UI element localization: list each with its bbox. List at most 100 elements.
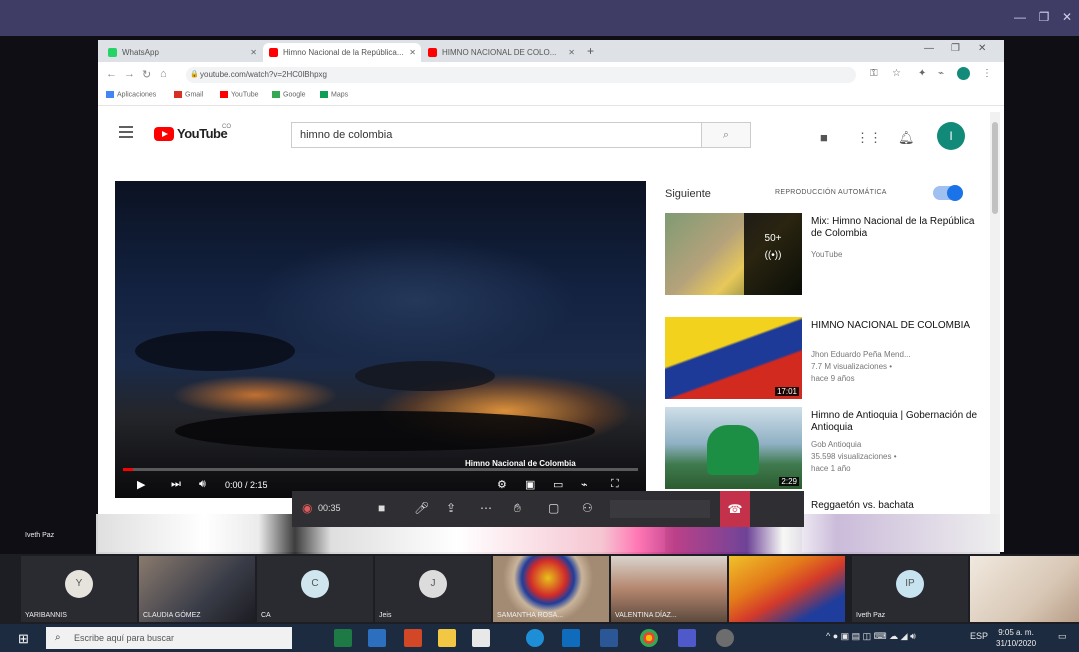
tab-youtube-active[interactable]: Himno Nacional de la República... ✕: [263, 43, 421, 62]
participant-name: Jeis: [379, 612, 392, 619]
bookmark-apps[interactable]: Aplicaciones: [106, 91, 156, 98]
powerpoint-icon[interactable]: [404, 629, 422, 647]
system-tray-icons[interactable]: ^ ● ▣ ▤ ◫ ⌨ ☁ ◢ 🔊︎: [826, 631, 916, 642]
close-tab-icon[interactable]: ✕: [250, 43, 257, 62]
extension-icon[interactable]: ✦: [918, 68, 926, 79]
profile-avatar[interactable]: [957, 67, 970, 80]
close-tab-icon[interactable]: ✕: [568, 43, 575, 62]
antioquia-flag-shape: [707, 425, 759, 475]
video-thumbnail[interactable]: 17:01: [665, 317, 802, 399]
participant-tile[interactable]: [970, 556, 1079, 622]
video-title[interactable]: HIMNO NACIONAL DE COLOMBIA: [811, 320, 981, 332]
tab-whatsapp[interactable]: WhatsApp ✕: [102, 43, 262, 62]
chat-icon[interactable]: ▢: [548, 501, 559, 515]
youtube-logo-icon[interactable]: [154, 127, 174, 141]
participant-tile[interactable]: CLAUDIA GÓMEZ: [139, 556, 255, 622]
create-video-icon[interactable]: ■: [820, 130, 828, 145]
play-icon[interactable]: ▶: [137, 478, 145, 491]
back-icon[interactable]: ←: [106, 68, 117, 80]
home-icon[interactable]: ⌂: [160, 68, 167, 80]
participants-icon[interactable]: ⚇: [582, 501, 593, 515]
fullscreen-icon[interactable]: ⛶: [611, 478, 619, 491]
close-tab-icon[interactable]: ✕: [409, 43, 416, 62]
device-settings-area: [610, 500, 710, 518]
menu-kebab-icon[interactable]: ⋮: [982, 68, 992, 79]
tab-youtube-2[interactable]: HIMNO NACIONAL DE COLO... ✕: [422, 43, 580, 62]
video-player[interactable]: Himno Nacional de Colombia ▶ ⏭ 🔊︎ 0:00 /…: [115, 181, 646, 498]
participant-tile[interactable]: J Jeis: [375, 556, 491, 622]
video-thumbnail[interactable]: 2:29: [665, 407, 802, 489]
close-icon[interactable]: ✕: [1059, 10, 1075, 24]
reload-icon[interactable]: ↻: [142, 68, 151, 81]
share-screen-icon[interactable]: ⇪: [446, 501, 456, 515]
word-icon[interactable]: [600, 629, 618, 647]
restore-icon[interactable]: ❐: [1036, 10, 1052, 24]
video-title[interactable]: Mix: Himno Nacional de la República de C…: [811, 216, 981, 240]
notifications-icon[interactable]: ▭: [1058, 631, 1067, 642]
bookmark-maps[interactable]: Maps: [320, 91, 348, 98]
key-icon[interactable]: ⚿: [870, 68, 878, 79]
settings-gear-icon[interactable]: [716, 629, 734, 647]
input-language[interactable]: ESP: [970, 631, 988, 641]
cloud-shape: [355, 361, 495, 391]
file-explorer-icon[interactable]: [438, 629, 456, 647]
bookmark-youtube[interactable]: YouTube: [220, 91, 259, 98]
theater-mode-icon[interactable]: ▭: [553, 478, 563, 491]
windows-start-icon[interactable]: ⊞: [18, 631, 29, 647]
volume-icon[interactable]: 🔊︎: [199, 478, 206, 491]
minimize-icon[interactable]: —: [1012, 10, 1028, 24]
microphone-icon[interactable]: 🎤︎: [414, 501, 429, 515]
taskbar-search-input[interactable]: ⌕ Escribe aquí para buscar: [46, 627, 292, 649]
participant-tile[interactable]: [729, 556, 845, 622]
participant-tile[interactable]: C CA: [257, 556, 373, 622]
recommendation-item[interactable]: 17:01 HIMNO NACIONAL DE COLOMBIA Jhon Ed…: [665, 317, 985, 401]
excel-icon[interactable]: [334, 629, 352, 647]
page-scrollbar[interactable]: [990, 112, 1000, 552]
progress-bar[interactable]: [123, 468, 638, 471]
miniplayer-icon[interactable]: ▣: [525, 478, 535, 491]
notifications-bell-icon[interactable]: 🔔︎: [898, 130, 915, 146]
scrollbar-thumb[interactable]: [992, 122, 998, 214]
cast-icon[interactable]: ⌁: [938, 68, 944, 79]
search-button[interactable]: ⌕: [701, 122, 751, 148]
participant-tile[interactable]: Y YARIBANNIS: [21, 556, 137, 622]
search-input[interactable]: himno de colombia: [291, 122, 701, 148]
photos-icon[interactable]: [368, 629, 386, 647]
next-icon[interactable]: ⏭: [171, 478, 181, 491]
youtube-wordmark[interactable]: YouTube: [177, 126, 228, 141]
teams-icon[interactable]: [678, 629, 696, 647]
minimize-icon[interactable]: —: [924, 43, 934, 54]
autoplay-toggle[interactable]: [933, 185, 963, 201]
recommendation-item[interactable]: 50+ ((•)) Mix: Himno Nacional de la Repúb…: [665, 213, 985, 297]
hamburger-menu-icon[interactable]: [119, 126, 133, 138]
new-tab-button[interactable]: +: [587, 44, 594, 58]
bookmark-gmail[interactable]: Gmail: [174, 91, 203, 98]
video-title[interactable]: Himno de Antioquia | Gobernación de Anti…: [811, 410, 981, 434]
more-options-icon[interactable]: ⋯: [480, 501, 492, 515]
close-icon[interactable]: ✕: [978, 43, 986, 54]
url-field[interactable]: 🔒 youtube.com/watch?v=2HC0lBhpxg: [186, 67, 856, 83]
participant-avatar: IP: [896, 570, 924, 598]
account-avatar[interactable]: I: [937, 122, 965, 150]
forward-icon[interactable]: →: [124, 68, 135, 80]
taskbar-clock[interactable]: 9:05 a. m. 31/10/2020: [996, 627, 1036, 649]
hang-up-button[interactable]: ☎: [720, 491, 750, 527]
edge-icon[interactable]: [526, 629, 544, 647]
participant-tile[interactable]: IP Iveth Paz: [852, 556, 968, 622]
participant-tile[interactable]: SAMANTHA ROSA...: [493, 556, 609, 622]
mail-icon[interactable]: [562, 629, 580, 647]
raise-hand-icon[interactable]: ✋︎: [514, 501, 521, 516]
camera-icon[interactable]: ■: [378, 501, 385, 515]
star-icon[interactable]: ☆: [892, 68, 901, 79]
participant-tile[interactable]: VALENTINA DÍAZ...: [611, 556, 727, 622]
video-title[interactable]: Reggaetón vs. bachata: [811, 500, 981, 512]
apps-grid-icon[interactable]: ⋮⋮: [856, 130, 882, 146]
restore-icon[interactable]: ❐: [951, 43, 960, 54]
settings-gear-icon[interactable]: ⚙: [497, 478, 507, 491]
chrome-icon[interactable]: [640, 629, 658, 647]
video-thumbnail[interactable]: 50+ ((•)): [665, 213, 802, 295]
cast-icon[interactable]: ⌁: [581, 478, 588, 491]
bookmark-google[interactable]: Google: [272, 91, 306, 98]
store-icon[interactable]: [472, 629, 490, 647]
recommendation-item[interactable]: 2:29 Himno de Antioquia | Gobernación de…: [665, 407, 985, 491]
